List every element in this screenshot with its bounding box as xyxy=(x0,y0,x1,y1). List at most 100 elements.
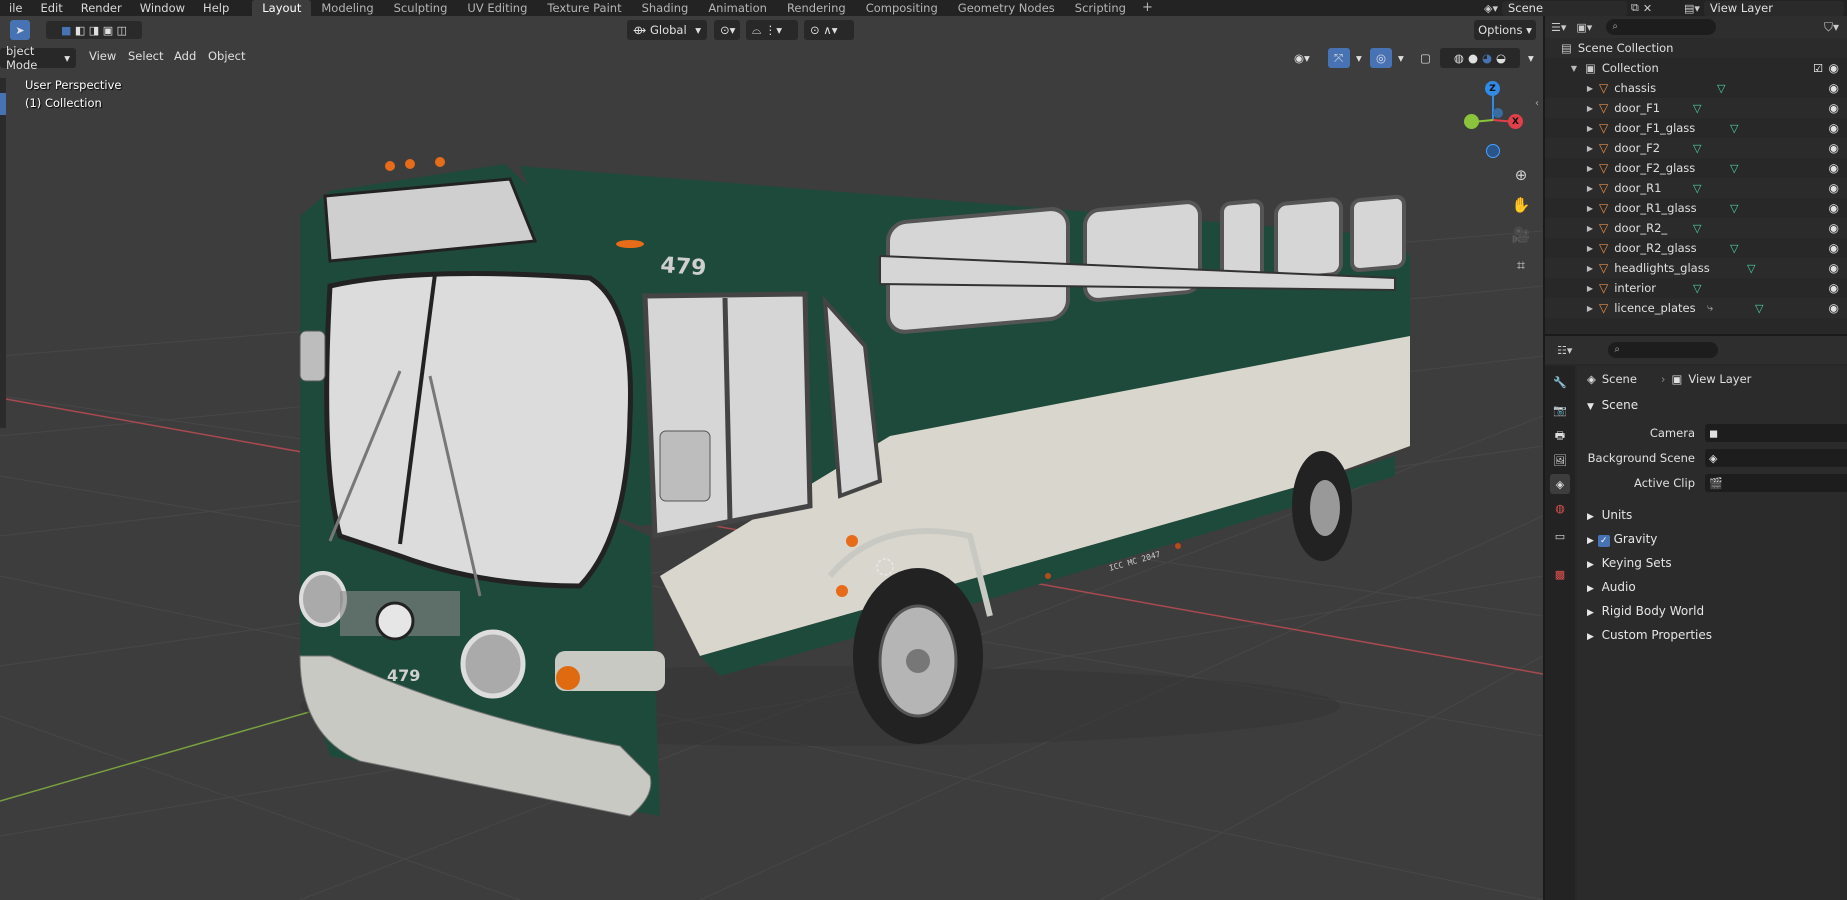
tab-rendering[interactable]: Rendering xyxy=(777,0,856,16)
outliner-item[interactable]: ▶ ▽ headlights_glass ▽ ◉ xyxy=(1545,258,1847,278)
mesh-data-icon[interactable]: ▽ xyxy=(1693,182,1701,195)
eye-icon[interactable]: ◉ xyxy=(1829,181,1839,195)
toolbar-sliver[interactable] xyxy=(0,78,6,428)
eye-icon[interactable]: ◉ xyxy=(1829,121,1839,135)
editor-type-icon[interactable]: ☷▾ xyxy=(1557,344,1572,357)
outliner-item[interactable]: ▶ ▽ licence_plates ⤷ ▽ ◉ xyxy=(1545,298,1847,318)
expand-triangle-icon[interactable]: ▶ xyxy=(1585,124,1595,133)
mesh-data-icon[interactable]: ▽ xyxy=(1730,122,1738,135)
mesh-data-icon[interactable]: ▽ xyxy=(1693,142,1701,155)
overlays-toggle[interactable]: ◎ xyxy=(1370,48,1392,68)
outliner-item[interactable]: ▶ ▽ door_R2_ ▽ ◉ xyxy=(1545,218,1847,238)
zoom-icon[interactable]: ⊕ xyxy=(1508,162,1534,188)
active-clip-field[interactable]: 🎬 xyxy=(1705,474,1847,492)
shading-dropdown[interactable]: ▾ xyxy=(1522,48,1538,68)
mesh-data-icon[interactable]: ▽ xyxy=(1730,242,1738,255)
tab-animation[interactable]: Animation xyxy=(698,0,777,16)
tool-tab-icon[interactable]: 🔧 xyxy=(1550,372,1570,392)
gizmo-neg-y[interactable] xyxy=(1486,144,1500,158)
outliner-item[interactable]: ▶ ▽ chassis ▽ ◉ xyxy=(1545,78,1847,98)
expand-triangle-icon[interactable]: ▶ xyxy=(1585,164,1595,173)
outliner-item[interactable]: ▶ ▽ door_F2_glass ▽ ◉ xyxy=(1545,158,1847,178)
expand-triangle-icon[interactable]: ▶ xyxy=(1585,284,1595,293)
outliner-item[interactable]: ▶ ▽ door_R1_glass ▽ ◉ xyxy=(1545,198,1847,218)
output-tab-icon[interactable]: 🖶 xyxy=(1550,426,1570,446)
camera-field[interactable]: ◼ xyxy=(1705,424,1847,442)
gizmo-dropdown[interactable]: ▾ xyxy=(1350,48,1366,68)
overlays-dropdown[interactable]: ▾ xyxy=(1392,48,1408,68)
mesh-data-icon[interactable]: ▽ xyxy=(1755,302,1763,315)
mesh-data-icon[interactable]: ▽ xyxy=(1693,102,1701,115)
eye-icon[interactable]: ◉ xyxy=(1829,261,1839,275)
tab-geometry-nodes[interactable]: Geometry Nodes xyxy=(948,0,1065,16)
proportional-edit-toggle[interactable]: ⊙ ∧▾ xyxy=(804,20,854,40)
mode-dropdown[interactable]: bject Mode ▾ xyxy=(0,44,76,72)
outliner-item[interactable]: ▶ ▽ door_F2 ▽ ◉ xyxy=(1545,138,1847,158)
mesh-data-icon[interactable]: ▽ xyxy=(1693,282,1701,295)
outliner-item[interactable]: ▶ ▽ door_R2_glass ▽ ◉ xyxy=(1545,238,1847,258)
audio-panel-header[interactable]: ▶ Audio xyxy=(1587,580,1636,594)
outliner-search-input[interactable]: ⌕ xyxy=(1606,19,1717,35)
snap-toggle[interactable]: ⌓ ⋮▾ xyxy=(746,20,798,40)
scene-field[interactable]: Scene xyxy=(1501,0,1627,16)
view-layer-field[interactable]: View Layer xyxy=(1703,0,1844,16)
expand-triangle-icon[interactable]: ▶ xyxy=(1585,144,1595,153)
view-menu[interactable]: View xyxy=(83,48,122,64)
editor-type-icon[interactable]: ☰▾ xyxy=(1551,21,1566,34)
eye-icon[interactable]: ◉ xyxy=(1829,241,1839,255)
expand-triangle-icon[interactable]: ▶ xyxy=(1585,224,1595,233)
eye-icon[interactable]: ◉ xyxy=(1829,301,1839,315)
object-menu[interactable]: Object xyxy=(202,48,251,64)
world-tab-icon[interactable]: ◍ xyxy=(1550,498,1570,518)
tab-scripting[interactable]: Scripting xyxy=(1065,0,1136,16)
collection-tab-icon[interactable]: ▭ xyxy=(1550,526,1570,546)
tab-modeling[interactable]: Modeling xyxy=(311,0,383,16)
mesh-data-icon[interactable]: ▽ xyxy=(1747,262,1755,275)
custom-properties-panel-header[interactable]: ▶ Custom Properties xyxy=(1587,628,1712,642)
expand-triangle-icon[interactable]: ▶ xyxy=(1585,204,1595,213)
eye-icon[interactable]: ◉ xyxy=(1829,161,1839,175)
gizmo-x-axis[interactable]: X xyxy=(1508,114,1523,129)
wireframe-icon[interactable]: ◍ xyxy=(1454,51,1464,65)
transform-orientation-dropdown[interactable]: ⟴ Global ▾ xyxy=(627,20,707,40)
pan-hand-icon[interactable]: ✋ xyxy=(1508,192,1534,218)
expand-triangle-icon[interactable]: ▶ xyxy=(1585,104,1595,113)
eye-icon[interactable]: ◉ xyxy=(1829,141,1839,155)
display-mode-icon[interactable]: ▣▾ xyxy=(1576,21,1592,34)
xray-toggle[interactable]: ▢ xyxy=(1414,48,1436,68)
camera-view-icon[interactable]: 🎥 xyxy=(1508,222,1534,248)
eye-icon[interactable]: ◉ xyxy=(1829,61,1839,75)
collapse-triangle-icon[interactable]: ▼ xyxy=(1569,64,1579,73)
menu-help[interactable]: Help xyxy=(194,0,238,16)
shading-mode-group[interactable]: ◍ ● ◕ ◒ xyxy=(1440,48,1520,68)
outliner-collection[interactable]: ▼ ▣ Collection ☑ ◉ xyxy=(1545,58,1847,78)
keying-sets-panel-header[interactable]: ▶ Keying Sets xyxy=(1587,556,1672,570)
background-scene-field[interactable]: ◈ xyxy=(1705,449,1847,467)
expand-triangle-icon[interactable]: ▶ xyxy=(1585,184,1595,193)
visibility-dropdown[interactable]: ◉▾ xyxy=(1288,48,1324,68)
outliner-item[interactable]: ▶ ▽ door_R1 ▽ ◉ xyxy=(1545,178,1847,198)
3d-viewport[interactable]: 479 479 ICC MC 2047 ➤ ■ ◧ ◨ ▣ ◫ ⟴ Global… xyxy=(0,16,1543,900)
menu-render[interactable]: Render xyxy=(72,0,131,16)
options-dropdown[interactable]: Options ▾ xyxy=(1474,20,1536,40)
select-menu[interactable]: Select xyxy=(122,48,169,64)
tab-texture-paint[interactable]: Texture Paint xyxy=(537,0,631,16)
eye-icon[interactable]: ◉ xyxy=(1829,101,1839,115)
navigation-gizmo[interactable]: Z X xyxy=(1460,78,1530,168)
view-layer-tab-icon[interactable]: 🖼 xyxy=(1550,450,1570,470)
scene-tab-icon[interactable]: ◈ xyxy=(1550,474,1570,494)
outliner-scene-collection[interactable]: ▤ Scene Collection xyxy=(1545,38,1847,58)
tab-compositing[interactable]: Compositing xyxy=(856,0,948,16)
add-menu[interactable]: Add xyxy=(168,48,202,64)
bus-model[interactable] xyxy=(299,157,1410,817)
outliner-item[interactable]: ▶ ▽ interior ▽ ◉ xyxy=(1545,278,1847,298)
mesh-data-icon[interactable]: ▽ xyxy=(1693,222,1701,235)
checkbox-icon[interactable]: ☑ xyxy=(1813,62,1823,75)
select-tool-button[interactable]: ➤ xyxy=(10,20,30,40)
rendered-icon[interactable]: ◒ xyxy=(1496,51,1506,65)
gizmo-neg-z[interactable] xyxy=(1493,108,1503,118)
expand-triangle-icon[interactable]: ▶ xyxy=(1585,304,1595,313)
add-workspace-button[interactable]: + xyxy=(1136,0,1159,16)
tab-shading[interactable]: Shading xyxy=(632,0,699,16)
mesh-data-icon[interactable]: ▽ xyxy=(1717,82,1725,95)
